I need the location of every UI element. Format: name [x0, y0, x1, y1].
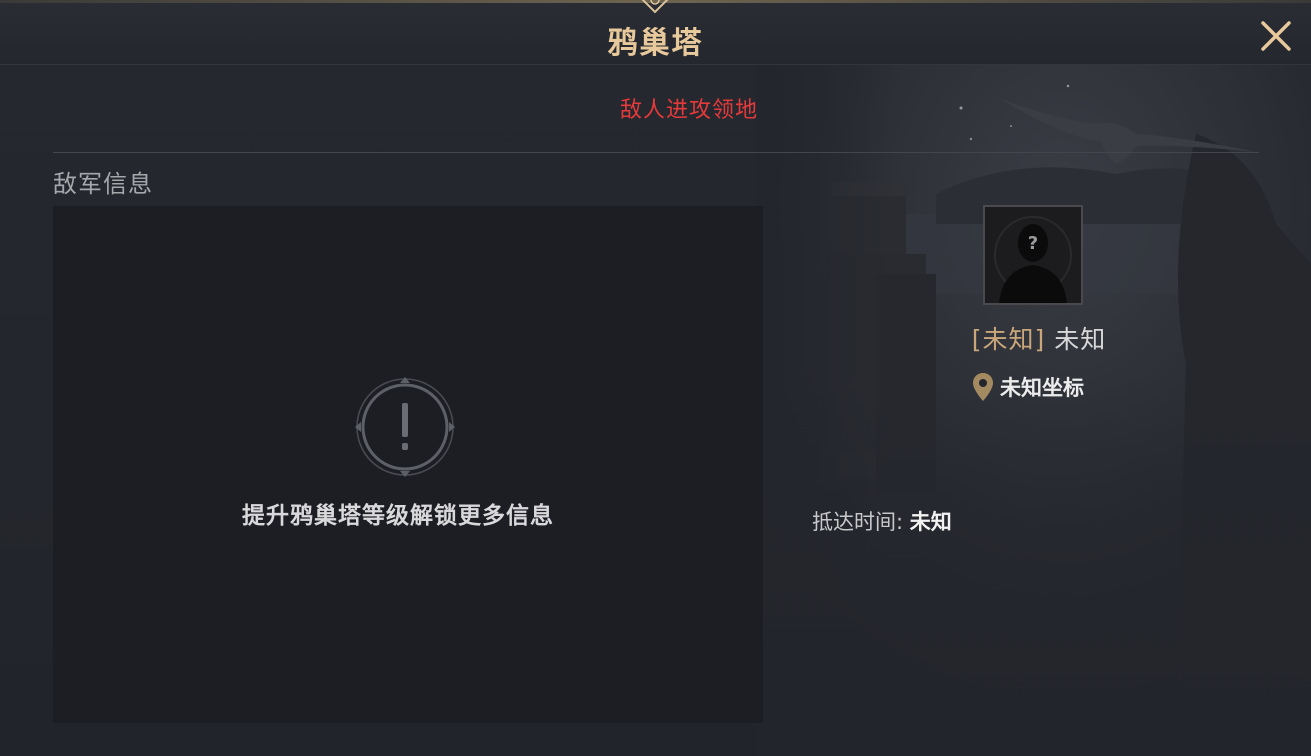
arrival-label: 抵达时间:: [812, 510, 904, 534]
exclamation-icon: [355, 377, 455, 477]
enemy-name: [未知] 未知: [900, 320, 1178, 356]
coordinate-text: 未知坐标: [1000, 376, 1084, 400]
close-icon: [1261, 21, 1291, 51]
crest-icon: [641, 0, 669, 14]
unknown-avatar-icon: ?: [985, 207, 1081, 303]
dialog-title: 鸦巢塔: [607, 26, 704, 61]
alliance-tag: [未知]: [971, 325, 1046, 354]
dialog-header: 鸦巢塔: [0, 0, 1311, 65]
background-scene-image: [756, 64, 1311, 756]
section-divider: [53, 152, 1259, 153]
enemy-info-heading: 敌军信息: [53, 170, 153, 198]
arrival-time: 抵达时间: 未知: [812, 506, 952, 536]
enemy-player-name: 未知: [1054, 325, 1107, 354]
attack-alert-text: 敌人进攻领地: [619, 98, 758, 123]
locked-info-message: 提升鸦巢塔等级解锁更多信息: [242, 503, 554, 529]
location-pin-icon: [973, 373, 993, 401]
enemy-coordinate-link[interactable]: 未知坐标: [972, 372, 1084, 402]
enemy-avatar[interactable]: ?: [983, 205, 1083, 305]
raven-tower-dialog: 鸦巢塔 敌人进攻领地 敌军信息 提升鸦巢塔等级解锁更多信息 ? [未知] 未知 …: [0, 0, 1311, 756]
arrival-value: 未知: [909, 510, 952, 534]
close-button[interactable]: [1256, 16, 1296, 56]
svg-text:?: ?: [1028, 233, 1038, 254]
